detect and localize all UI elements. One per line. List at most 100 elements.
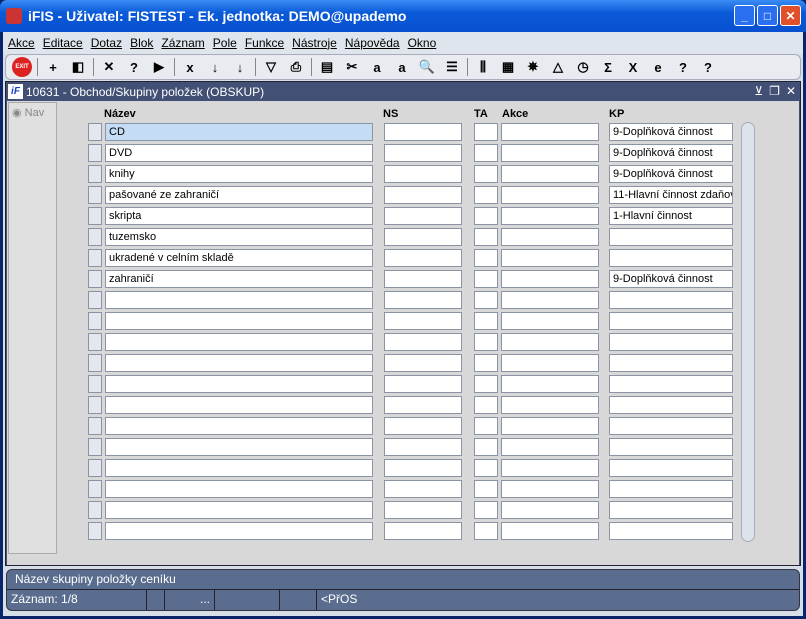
excel-icon[interactable]: X xyxy=(623,57,643,77)
field-ns[interactable] xyxy=(384,123,462,141)
form-icon[interactable]: ▦ xyxy=(498,57,518,77)
field-nazev[interactable] xyxy=(105,438,373,456)
field-akce[interactable] xyxy=(501,396,599,414)
field-nazev[interactable] xyxy=(105,522,373,540)
list-icon[interactable]: ☰ xyxy=(442,57,462,77)
field-ta[interactable] xyxy=(474,396,498,414)
field-nazev[interactable]: tuzemsko xyxy=(105,228,373,246)
field-ns[interactable] xyxy=(384,438,462,456)
field-ta[interactable] xyxy=(474,123,498,141)
save-icon[interactable]: ◧ xyxy=(68,57,88,77)
field-ns[interactable] xyxy=(384,291,462,309)
row-selector[interactable] xyxy=(88,522,102,540)
field-kp[interactable]: 9-Doplňková činnost xyxy=(609,165,733,183)
field-nazev[interactable]: ukradené v celním skladě xyxy=(105,249,373,267)
menu-item[interactable]: Editace xyxy=(43,36,83,50)
clock-icon[interactable]: ◷ xyxy=(573,57,593,77)
field-nazev[interactable]: zahraničí xyxy=(105,270,373,288)
vertical-scrollbar[interactable] xyxy=(741,122,755,542)
menu-item[interactable]: Dotaz xyxy=(91,36,122,50)
row-selector[interactable] xyxy=(88,144,102,162)
menu-item[interactable]: Okno xyxy=(408,36,437,50)
insert-record-icon[interactable]: + xyxy=(43,57,63,77)
field-akce[interactable] xyxy=(501,438,599,456)
field-nazev[interactable] xyxy=(105,417,373,435)
field-ns[interactable] xyxy=(384,375,462,393)
field-kp[interactable] xyxy=(609,522,733,540)
row-selector[interactable] xyxy=(88,417,102,435)
field-ns[interactable] xyxy=(384,186,462,204)
field-ta[interactable] xyxy=(474,249,498,267)
field-ns[interactable] xyxy=(384,249,462,267)
field-ta[interactable] xyxy=(474,228,498,246)
minimize-button[interactable]: _ xyxy=(734,5,755,26)
menu-item[interactable]: Pole xyxy=(213,36,237,50)
field-akce[interactable] xyxy=(501,291,599,309)
menu-item[interactable]: Blok xyxy=(130,36,153,50)
field-kp[interactable] xyxy=(609,459,733,477)
help-icon[interactable]: ? xyxy=(698,57,718,77)
row-selector[interactable] xyxy=(88,186,102,204)
browser-icon[interactable]: e xyxy=(648,57,668,77)
field-kp[interactable]: 1-Hlavní činnost xyxy=(609,207,733,225)
field-ns[interactable] xyxy=(384,144,462,162)
minimize-form-icon[interactable]: ⊻ xyxy=(754,84,763,98)
print-icon[interactable]: ⎙ xyxy=(286,57,306,77)
field-ta[interactable] xyxy=(474,375,498,393)
menu-item[interactable]: Nástroje xyxy=(292,36,337,50)
paste-icon[interactable]: a xyxy=(392,57,412,77)
field-ns[interactable] xyxy=(384,522,462,540)
row-selector[interactable] xyxy=(88,165,102,183)
field-kp[interactable] xyxy=(609,375,733,393)
field-ta[interactable] xyxy=(474,333,498,351)
filter-icon[interactable]: ▽ xyxy=(261,57,281,77)
field-kp[interactable]: 9-Doplňková činnost xyxy=(609,123,733,141)
field-ns[interactable] xyxy=(384,207,462,225)
field-ns[interactable] xyxy=(384,480,462,498)
field-kp[interactable] xyxy=(609,354,733,372)
maximize-button[interactable]: □ xyxy=(757,5,778,26)
row-selector[interactable] xyxy=(88,270,102,288)
menu-item[interactable]: Funkce xyxy=(245,36,284,50)
row-selector[interactable] xyxy=(88,228,102,246)
nav-panel[interactable]: ◉ Nav xyxy=(8,102,57,554)
field-kp[interactable] xyxy=(609,480,733,498)
field-nazev[interactable] xyxy=(105,375,373,393)
columns-icon[interactable]: ⫼ xyxy=(473,57,493,77)
row-selector[interactable] xyxy=(88,501,102,519)
field-ta[interactable] xyxy=(474,144,498,162)
field-ns[interactable] xyxy=(384,312,462,330)
field-akce[interactable] xyxy=(501,417,599,435)
field-nazev[interactable] xyxy=(105,501,373,519)
field-kp[interactable] xyxy=(609,417,733,435)
field-ns[interactable] xyxy=(384,270,462,288)
menu-item[interactable]: Záznam xyxy=(161,36,204,50)
field-akce[interactable] xyxy=(501,333,599,351)
field-nazev[interactable]: DVD xyxy=(105,144,373,162)
field-nazev[interactable] xyxy=(105,291,373,309)
search-icon[interactable]: 🔍 xyxy=(417,57,437,77)
field-kp[interactable]: 9-Doplňková činnost xyxy=(609,270,733,288)
field-akce[interactable] xyxy=(501,207,599,225)
close-form-icon[interactable]: ✕ xyxy=(786,84,796,98)
field-akce[interactable] xyxy=(501,375,599,393)
field-akce[interactable] xyxy=(501,249,599,267)
field-kp[interactable] xyxy=(609,501,733,519)
field-ta[interactable] xyxy=(474,291,498,309)
field-nazev[interactable] xyxy=(105,480,373,498)
row-selector[interactable] xyxy=(88,375,102,393)
field-ta[interactable] xyxy=(474,417,498,435)
field-ns[interactable] xyxy=(384,396,462,414)
field-ns[interactable] xyxy=(384,333,462,351)
row-selector[interactable] xyxy=(88,312,102,330)
field-ta[interactable] xyxy=(474,459,498,477)
row-selector[interactable] xyxy=(88,333,102,351)
row-selector[interactable] xyxy=(88,438,102,456)
menu-item[interactable]: Nápověda xyxy=(345,36,400,50)
field-ns[interactable] xyxy=(384,165,462,183)
row-selector[interactable] xyxy=(88,396,102,414)
field-nazev[interactable]: knihy xyxy=(105,165,373,183)
field-akce[interactable] xyxy=(501,312,599,330)
field-ta[interactable] xyxy=(474,501,498,519)
field-ns[interactable] xyxy=(384,354,462,372)
